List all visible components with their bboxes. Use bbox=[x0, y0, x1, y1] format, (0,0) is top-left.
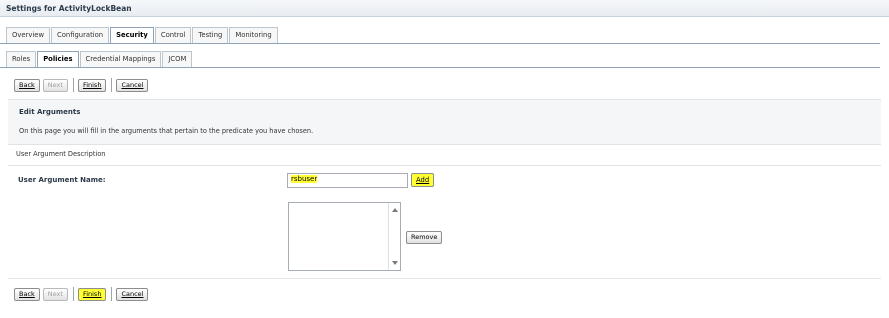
tab-divider bbox=[0, 43, 880, 44]
divider bbox=[8, 144, 881, 145]
subtab-credential-mappings[interactable]: Credential Mappings bbox=[79, 51, 162, 67]
tab-configuration[interactable]: Configuration bbox=[51, 27, 110, 43]
divider bbox=[8, 165, 881, 166]
subtab-divider bbox=[0, 67, 880, 68]
wizard-buttons-bottom: Back Next Finish Cancel bbox=[14, 287, 151, 301]
back-button[interactable]: Back bbox=[14, 287, 40, 301]
scroll-up-arrow-icon[interactable] bbox=[392, 208, 398, 212]
subtab-policies[interactable]: Policies bbox=[37, 51, 79, 68]
title-bar bbox=[0, 0, 889, 17]
finish-button[interactable]: Finish bbox=[77, 78, 107, 92]
subtab-roles[interactable]: Roles bbox=[6, 51, 37, 67]
argument-name-value: rsbuser bbox=[291, 175, 318, 183]
argument-name-label: User Argument Name: bbox=[18, 176, 106, 184]
section-description: On this page you will fill in the argume… bbox=[19, 127, 314, 135]
tab-control[interactable]: Control bbox=[154, 27, 192, 43]
cancel-button-label: Cancel bbox=[121, 289, 144, 298]
back-button-label: Back bbox=[19, 289, 35, 298]
next-button: Next bbox=[42, 78, 68, 92]
section-heading: Edit Arguments bbox=[19, 108, 81, 116]
next-button: Next bbox=[42, 287, 68, 301]
list-scrollbar[interactable] bbox=[388, 203, 400, 270]
page-title: Settings for ActivityLockBean bbox=[6, 4, 132, 13]
button-separator bbox=[72, 287, 74, 301]
finish-button-label: Finish bbox=[82, 289, 102, 298]
subtab-jcom[interactable]: JCOM bbox=[162, 51, 193, 67]
section-header-box bbox=[8, 99, 881, 144]
button-separator bbox=[111, 287, 113, 301]
argument-description-label: User Argument Description bbox=[16, 150, 106, 158]
tab-monitoring[interactable]: Monitoring bbox=[229, 27, 278, 43]
tab-security[interactable]: Security bbox=[110, 27, 154, 44]
cancel-button-label: Cancel bbox=[121, 80, 144, 89]
back-button-label: Back bbox=[19, 80, 35, 89]
divider bbox=[8, 278, 881, 279]
wizard-buttons-top: Back Next Finish Cancel bbox=[14, 78, 151, 92]
finish-button-label: Finish bbox=[82, 80, 102, 89]
main-tab-bar: Overview Configuration Security Control … bbox=[6, 27, 279, 44]
back-button[interactable]: Back bbox=[14, 78, 40, 92]
tab-overview[interactable]: Overview bbox=[6, 27, 50, 43]
remove-button[interactable]: Remove bbox=[406, 231, 443, 244]
button-separator bbox=[111, 78, 113, 92]
finish-button[interactable]: Finish bbox=[77, 287, 107, 301]
cancel-button[interactable]: Cancel bbox=[116, 287, 149, 301]
add-button[interactable]: Add bbox=[411, 173, 435, 187]
scroll-down-arrow-icon[interactable] bbox=[392, 261, 398, 265]
cancel-button[interactable]: Cancel bbox=[116, 78, 149, 92]
sub-tab-bar: Roles Policies Credential Mappings JCOM bbox=[6, 51, 193, 68]
argument-values-list[interactable] bbox=[288, 202, 401, 271]
argument-name-input[interactable]: rsbuser bbox=[287, 173, 408, 188]
tab-testing[interactable]: Testing bbox=[192, 27, 229, 43]
button-separator bbox=[72, 78, 74, 92]
